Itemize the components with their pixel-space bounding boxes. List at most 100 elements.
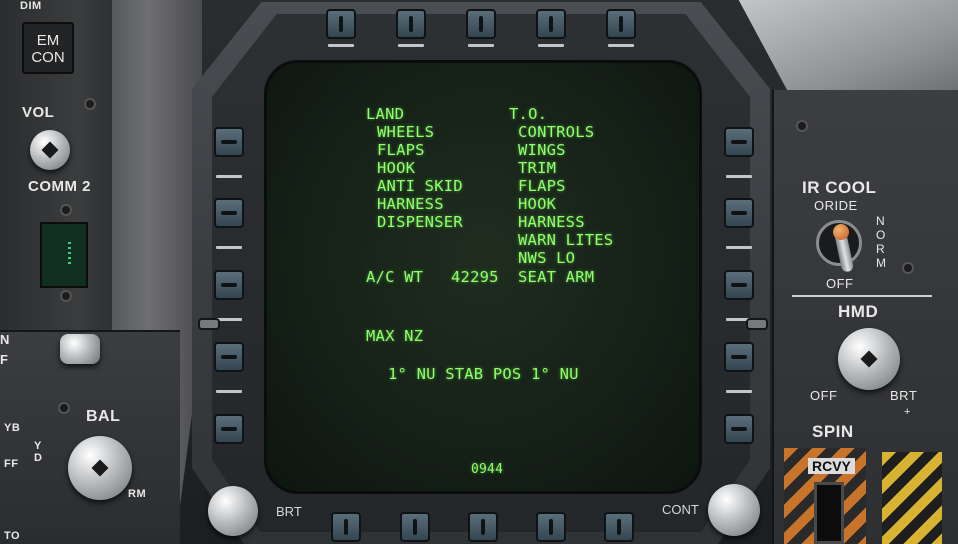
yd-label: Y D bbox=[34, 440, 43, 464]
stab-pos-readout: 1° NU STAB POS 1° NU bbox=[388, 365, 579, 383]
ac-wt-value: 42295 bbox=[451, 268, 499, 286]
hmd-off-label: OFF bbox=[810, 388, 838, 403]
dim-label: DIM bbox=[20, 0, 42, 12]
osb-right-4[interactable] bbox=[724, 342, 754, 372]
osb-tick bbox=[216, 175, 242, 178]
brt-knob[interactable] bbox=[208, 486, 258, 536]
screw-icon bbox=[58, 402, 70, 414]
hazard-handle-stripes[interactable] bbox=[882, 452, 942, 544]
plus-label: + bbox=[904, 406, 911, 418]
cont-knob[interactable] bbox=[708, 484, 760, 536]
to-item-seat-arm: SEAT ARM bbox=[518, 268, 595, 286]
osb-tick bbox=[468, 44, 494, 47]
rm-label: RM bbox=[128, 488, 147, 500]
yb-label: YB bbox=[4, 422, 21, 434]
max-nz-label: MAX NZ bbox=[366, 327, 424, 345]
land-item-wheels: WHEELS bbox=[377, 123, 435, 141]
emcon-button[interactable]: EM CON bbox=[22, 22, 74, 74]
ac-wt-label: A/C WT bbox=[366, 268, 424, 286]
cockpit-scene: DIM EM CON VOL COMM 2 N F BAL YB Y D FF … bbox=[0, 0, 958, 544]
land-item-dispenser: DISPENSER bbox=[377, 213, 463, 231]
to-item-wings: WINGS bbox=[518, 141, 566, 159]
knob-pointer-icon bbox=[91, 459, 109, 477]
clock-readout: 0944 bbox=[471, 462, 504, 477]
osb-right-1[interactable] bbox=[724, 127, 754, 157]
to-item-hook: HOOK bbox=[518, 195, 557, 213]
osb-tick bbox=[216, 390, 242, 393]
brt-label: BRT bbox=[276, 504, 302, 519]
osb-bottom-3[interactable] bbox=[468, 512, 498, 542]
knob-pointer-icon bbox=[41, 141, 59, 159]
oride-label: ORIDE bbox=[814, 198, 858, 213]
osb-tick bbox=[726, 390, 752, 393]
to-item-warn-lites: WARN LITES bbox=[518, 231, 614, 249]
osb-tick bbox=[726, 175, 752, 178]
to-label: TO bbox=[4, 530, 21, 542]
osb-top-1[interactable] bbox=[326, 9, 356, 39]
bal-label: BAL bbox=[86, 408, 121, 425]
land-item-hook: HOOK bbox=[377, 159, 416, 177]
osb-tick bbox=[398, 44, 424, 47]
ir-cool-off-label: OFF bbox=[826, 276, 854, 291]
to-item-trim: TRIM bbox=[518, 159, 557, 177]
right-rocker[interactable] bbox=[746, 318, 768, 330]
lower-left-switch[interactable] bbox=[60, 334, 100, 364]
osb-right-5[interactable] bbox=[724, 414, 754, 444]
screw-icon bbox=[902, 262, 914, 274]
osb-tick bbox=[608, 44, 634, 47]
comm2-channel-window bbox=[40, 222, 88, 288]
ff-label: FF bbox=[4, 458, 19, 470]
hmd-brightness-knob[interactable] bbox=[838, 328, 900, 390]
to-item-nws-lo: NWS LO bbox=[518, 249, 576, 267]
osb-left-4[interactable] bbox=[214, 342, 244, 372]
ir-cool-label: IR COOL bbox=[802, 178, 877, 197]
land-item-flaps: FLAPS bbox=[377, 141, 425, 159]
osb-top-3[interactable] bbox=[466, 9, 496, 39]
osb-bottom-1[interactable] bbox=[331, 512, 361, 542]
screw-icon bbox=[84, 98, 96, 110]
osb-top-2[interactable] bbox=[396, 9, 426, 39]
cont-label: CONT bbox=[662, 502, 699, 517]
screw-icon bbox=[60, 290, 72, 302]
osb-right-2[interactable] bbox=[724, 198, 754, 228]
balance-knob[interactable] bbox=[68, 436, 132, 500]
osb-left-3[interactable] bbox=[214, 270, 244, 300]
osb-top-5[interactable] bbox=[606, 9, 636, 39]
screw-icon bbox=[796, 120, 808, 132]
vol-label: VOL bbox=[22, 104, 55, 121]
norm-label: N O R M bbox=[876, 214, 887, 270]
to-item-controls: CONTROLS bbox=[518, 123, 595, 141]
comm2-label: COMM 2 bbox=[28, 178, 91, 195]
ir-cool-toggle-cap bbox=[833, 224, 849, 240]
osb-tick bbox=[538, 44, 564, 47]
to-item-harness: HARNESS bbox=[518, 213, 585, 231]
rcvy-label: RCVY bbox=[808, 458, 855, 474]
land-item-anti-skid: ANTI SKID bbox=[377, 177, 463, 195]
osb-tick bbox=[726, 246, 752, 249]
comm2-volume-knob[interactable] bbox=[30, 130, 70, 170]
osb-bottom-5[interactable] bbox=[604, 512, 634, 542]
divider bbox=[792, 295, 932, 297]
partial-label-n: N bbox=[0, 332, 10, 347]
emcon-label-line2: CON bbox=[31, 49, 65, 66]
to-header: T.O. bbox=[509, 105, 548, 123]
hmd-label: HMD bbox=[838, 302, 879, 321]
osb-tick bbox=[216, 246, 242, 249]
osb-tick bbox=[328, 44, 354, 47]
left-rocker[interactable] bbox=[198, 318, 220, 330]
emcon-label-line1: EM bbox=[36, 32, 60, 49]
osb-top-4[interactable] bbox=[536, 9, 566, 39]
land-item-harness: HARNESS bbox=[377, 195, 444, 213]
screw-icon bbox=[60, 204, 72, 216]
to-item-flaps: FLAPS bbox=[518, 177, 566, 195]
osb-bottom-2[interactable] bbox=[400, 512, 430, 542]
land-header: LAND bbox=[366, 105, 405, 123]
osb-left-2[interactable] bbox=[214, 198, 244, 228]
spin-recovery-switch[interactable] bbox=[814, 482, 844, 544]
osb-left-1[interactable] bbox=[214, 127, 244, 157]
osb-left-5[interactable] bbox=[214, 414, 244, 444]
osb-bottom-4[interactable] bbox=[536, 512, 566, 542]
osb-right-3[interactable] bbox=[724, 270, 754, 300]
ddi-screen: LAND WHEELS FLAPS HOOK ANTI SKID HARNESS… bbox=[264, 60, 702, 494]
hmd-brt-label: BRT bbox=[890, 388, 918, 403]
